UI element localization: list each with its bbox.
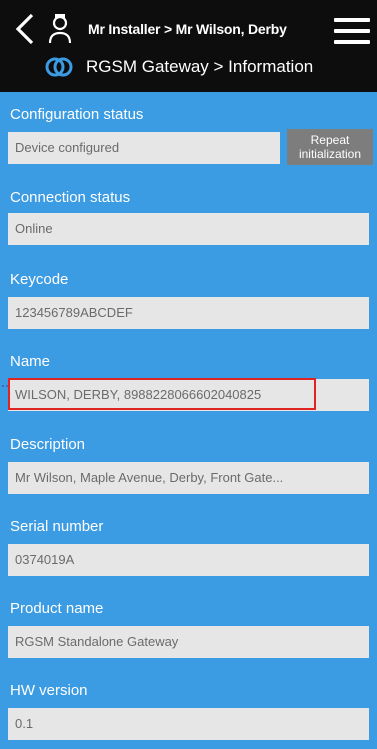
connection-status-value: Online (8, 213, 369, 245)
hamburger-menu-icon[interactable] (334, 16, 370, 46)
field-label: Keycode (10, 271, 69, 288)
field-label: Product name (10, 600, 104, 617)
serial-number-value: 0374019A (8, 544, 369, 576)
button-line: Repeat (310, 133, 350, 147)
button-line: initialization (298, 147, 362, 161)
user-icon (48, 14, 72, 44)
page-title: RGSM Gateway > Information (86, 57, 314, 76)
app-screen: Mr Installer > Mr Wilson, Derby RGSM Gat… (0, 0, 377, 749)
dotted-leader-line (2, 385, 8, 387)
field-label: Configuration status (10, 106, 144, 123)
repeat-initialization-button[interactable]: Repeat initialization (287, 129, 373, 165)
back-chevron-icon[interactable] (12, 12, 38, 46)
information-panel: Configuration status Device configured R… (0, 92, 377, 749)
name-highlight-box (8, 378, 316, 410)
description-value[interactable]: Mr Wilson, Maple Avenue, Derby, Front Ga… (8, 462, 369, 494)
field-label: HW version (10, 682, 88, 699)
breadcrumb: Mr Installer > Mr Wilson, Derby (88, 21, 287, 37)
field-label: Name (10, 353, 51, 370)
product-name-value: RGSM Standalone Gateway (8, 626, 369, 658)
hw-version-value: 0.1 (8, 708, 369, 740)
keycode-value: 123456789ABCDEF (8, 297, 369, 329)
gateway-link-icon (45, 57, 73, 77)
field-label: Connection status (10, 189, 131, 206)
field-label: Description (10, 436, 86, 453)
header-bar: Mr Installer > Mr Wilson, Derby RGSM Gat… (0, 0, 377, 92)
configuration-status-value: Device configured (8, 132, 280, 164)
field-label: Serial number (10, 518, 104, 535)
